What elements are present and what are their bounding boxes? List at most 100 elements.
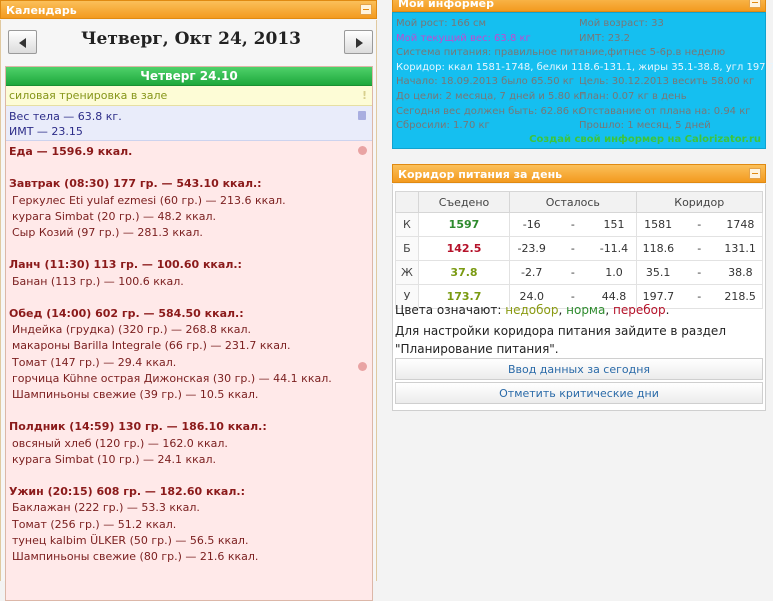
food-item[interactable]: Шампиньоны свежие (39 гр.) — 10.5 ккал.	[9, 387, 369, 403]
range-part: -	[570, 242, 575, 255]
workout-note[interactable]: силовая тренировка в зале !	[6, 86, 372, 106]
food-item[interactable]: Томат (147 гр.) — 29.4 ккал.	[9, 355, 369, 371]
range-part: 1581	[644, 218, 673, 231]
calendar-body: Четверг, Окт 24, 2013 Четверг 24.10 сило…	[0, 20, 377, 601]
food-item[interactable]: Сыр Козий (97 гр.) — 281.3 ккал.	[9, 225, 369, 241]
food-item[interactable]: Индейка (грудка) (320 гр.) — 268.8 ккал.	[9, 322, 369, 338]
column-header-corridor: Коридор	[635, 191, 764, 213]
food-item[interactable]: курага Simbat (20 гр.) — 48.2 ккал.	[9, 209, 369, 225]
informer-panel-header: Мой информер	[392, 0, 766, 12]
nutrient-label: Ж	[395, 260, 419, 285]
legend-separator: ,	[558, 303, 567, 317]
range-part: -	[697, 290, 702, 303]
range-values: 35.1 - 38.8	[638, 266, 761, 279]
delete-icon[interactable]	[358, 362, 367, 371]
range-part: -	[697, 266, 702, 279]
informer-row: Сбросили: 1.70 кг Прошло: 1 месяц, 5 дней	[396, 119, 764, 132]
informer-right-value: Прошло: 1 месяц, 5 дней	[579, 120, 711, 132]
corridor-range: 35.1 - 38.8	[635, 260, 764, 285]
range-part: 197.7	[642, 290, 675, 303]
food-item[interactable]: Шампиньоны свежие (80 гр.) — 21.6 ккал.	[9, 549, 369, 565]
meal-title[interactable]: Завтрак (08:30) 177 гр. — 543.10 ккал.:	[9, 176, 369, 192]
informer-right-value: План: 0.07 кг в день	[579, 91, 687, 102]
informer-left-value: Мой рост: 166 см	[396, 18, 487, 29]
range-values: -2.7 - 1.0	[511, 266, 634, 279]
create-informer-link[interactable]: Создай свой информер на Calorizator.ru	[529, 134, 761, 145]
food-item[interactable]: Баклажан (222 гр.) — 53.3 ккал.	[9, 500, 369, 516]
corridor-setup-note: Для настройки коридора питания зайдите в…	[395, 324, 726, 356]
column-header-eaten: Съедено	[417, 191, 511, 213]
remaining-range: -2.7 - 1.0	[509, 260, 637, 285]
range-part: -11.4	[599, 242, 629, 255]
range-part: 24.0	[519, 290, 544, 303]
collapse-icon[interactable]	[749, 168, 761, 179]
informer-body: Мой рост: 166 см Мой возраст: 33 Мой текущ…	[392, 12, 773, 149]
arrow-right-icon	[356, 38, 363, 48]
corridor-body: Съедено Осталось Коридор К 1597 -16 - 151 158…	[392, 184, 766, 411]
meal-spacer	[9, 290, 369, 306]
legend-norm: норма	[566, 303, 606, 317]
food-item[interactable]: макароны Barilla Integrale (66 гр.) — 23…	[9, 338, 369, 354]
range-part: 1.0	[605, 266, 623, 279]
legend-separator: ,	[605, 303, 613, 317]
meal-spacer	[9, 241, 369, 257]
informer-row: Система питания: правильное питание,фитн…	[396, 46, 764, 59]
food-item[interactable]: Томат (256 гр.) — 51.2 ккал.	[9, 517, 369, 533]
mark-critical-days-button[interactable]: Отметить критические дни	[395, 382, 763, 404]
collapse-icon[interactable]	[749, 0, 761, 8]
informer-right-value: Мой возраст: 33	[579, 18, 664, 29]
meal-title[interactable]: Ужин (20:15) 608 гр. — 182.60 ккал.:	[9, 484, 369, 500]
range-values: -16 - 151	[511, 218, 634, 231]
eaten-value: 37.8	[417, 260, 511, 285]
corridor-panel-title: Коридор питания за день	[398, 168, 563, 181]
delete-icon[interactable]	[358, 111, 366, 120]
range-part: -	[697, 242, 702, 255]
range-part: 1748	[726, 218, 755, 231]
range-part: 131.1	[724, 242, 756, 255]
range-part: -	[697, 218, 702, 231]
exclamation-icon: !	[361, 89, 367, 102]
prev-day-button[interactable]	[8, 30, 37, 54]
bmi-value: ИМТ — 23.15	[9, 125, 83, 138]
range-part: -16	[522, 218, 541, 231]
informer-row: До цели: 2 месяца, 7 дней и 5.80 кг План:…	[396, 90, 764, 103]
enter-today-data-button[interactable]: Ввод данных за сегодня	[395, 358, 763, 380]
range-values: 1581 - 1748	[638, 218, 761, 231]
informer-left-value: Сбросили: 1.70 кг	[396, 120, 490, 132]
delete-icon[interactable]	[358, 146, 367, 155]
workout-text: силовая тренировка в зале	[9, 89, 168, 102]
range-values: -23.9 - -11.4	[511, 242, 634, 255]
meal-title[interactable]: Полдник (14:59) 130 гр. — 186.10 ккал.:	[9, 419, 369, 435]
day-entry-box: Четверг 24.10 силовая тренировка в зале …	[5, 66, 373, 601]
body-measurements[interactable]: Вес тела — 63.8 кг. ИМТ — 23.15	[6, 106, 372, 141]
food-item[interactable]: Геркулес Eti yulaf ezmesi (60 гр.) — 213…	[9, 193, 369, 209]
next-day-button[interactable]	[344, 30, 373, 54]
food-item[interactable]: горчица Kühne острая Дижонская (30 гр.) …	[9, 371, 369, 387]
eaten-value: 1597	[417, 212, 511, 237]
range-part: -	[570, 266, 575, 279]
day-header: Четверг 24.10	[6, 67, 372, 86]
calendar-panel: Календарь Четверг, Окт 24, 2013 Четверг …	[0, 0, 377, 601]
range-values: 118.6 - 131.1	[638, 242, 761, 255]
range-part: 44.8	[601, 290, 627, 303]
range-part: 118.6	[642, 242, 675, 255]
range-values: 197.7 - 218.5	[638, 290, 761, 303]
informer-row: Коридор: ккал 1581-1748, белки 118.6-131…	[396, 61, 773, 74]
informer-right-value: Отставание от плана на: 0.94 кг	[579, 105, 751, 117]
eaten-value: 142.5	[417, 236, 511, 261]
corridor-rows: К 1597 -16 - 151 1581 - 1748 Б 142.5 -23.9 - -11.4 11…	[395, 212, 764, 309]
corridor-range: 1581 - 1748	[635, 212, 764, 237]
range-part: -	[570, 218, 575, 231]
meal-spacer	[9, 403, 369, 419]
meal-title[interactable]: Обед (14:00) 602 гр. — 584.50 ккал.:	[9, 306, 369, 322]
food-item[interactable]: овсяный хлеб (120 гр.) — 162.0 ккал.	[9, 436, 369, 452]
food-item[interactable]: тунец kalbim ÜLKER (50 гр.) — 56.5 ккал.	[9, 533, 369, 549]
informer-left-value: Мой текущий вес: 63.8 кг	[396, 32, 531, 44]
body-weight: Вес тела — 63.8 кг.	[9, 110, 122, 123]
collapse-icon[interactable]	[360, 4, 372, 15]
meal-title[interactable]: Ланч (11:30) 113 гр. — 100.60 ккал.:	[9, 257, 369, 273]
food-item[interactable]: Банан (113 гр.) — 100.6 ккал.	[9, 274, 369, 290]
color-legend: Цвета означают: недобор, норма, перебор.	[395, 303, 669, 317]
food-item[interactable]: курага Simbat (10 гр.) — 24.1 ккал.	[9, 452, 369, 468]
informer-left-value: Начало: 18.09.2013 было 65.50 кг	[396, 76, 575, 88]
